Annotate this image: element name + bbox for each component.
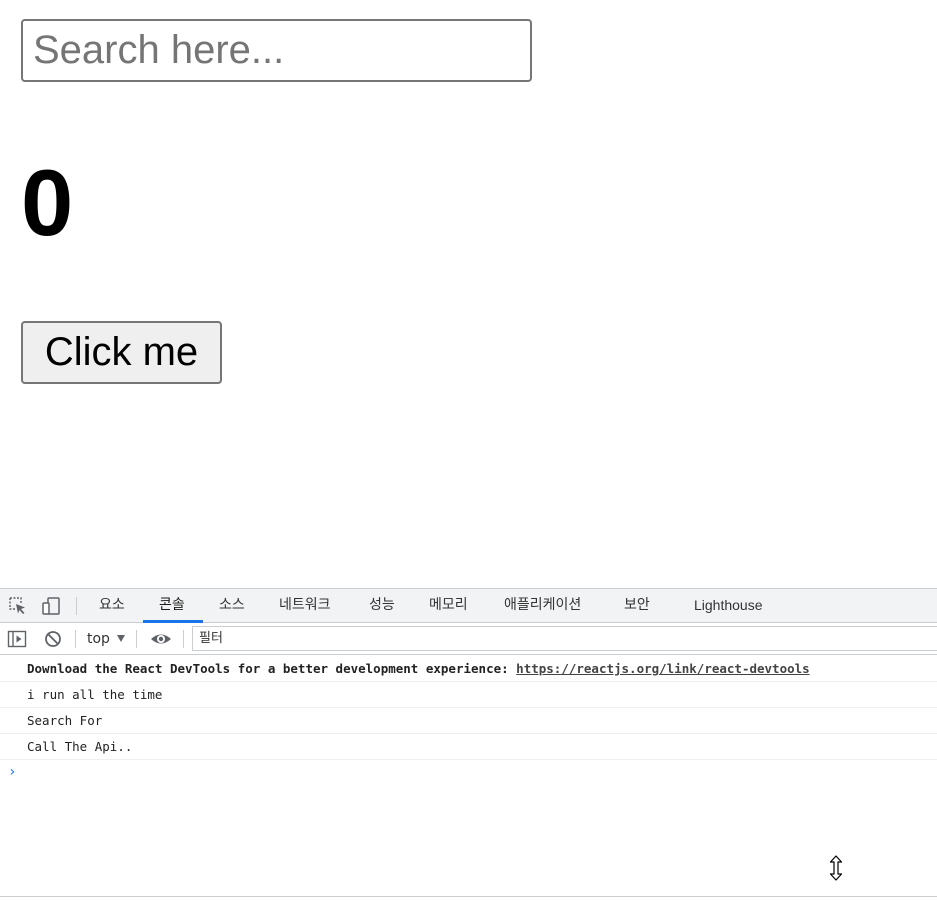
tab-elements[interactable]: 요소	[97, 589, 127, 623]
toolbar-separator	[136, 630, 137, 648]
show-sidebar-icon[interactable]	[7, 629, 27, 649]
resize-cursor-icon	[829, 855, 843, 881]
tab-performance[interactable]: 성능	[367, 589, 397, 623]
bottom-divider	[0, 896, 937, 897]
log-text: Search For	[27, 713, 103, 728]
console-prompt[interactable]: ›	[0, 760, 937, 784]
tab-console[interactable]: 콘솔	[157, 589, 187, 623]
filter-input[interactable]	[192, 626, 937, 651]
tab-security[interactable]: 보안	[622, 589, 652, 623]
log-row: Search For	[0, 708, 937, 734]
context-selector[interactable]: top	[87, 623, 110, 655]
log-row: Download the React DevTools for a better…	[0, 656, 937, 682]
tab-sources[interactable]: 소스	[217, 589, 247, 623]
clear-console-icon[interactable]	[43, 629, 63, 649]
tab-application[interactable]: 애플리케이션	[502, 589, 583, 623]
log-link[interactable]: https://reactjs.org/link/react-devtools	[516, 661, 810, 676]
toolbar-separator	[76, 597, 77, 615]
devtools-tabbar: 요소 콘솔 소스 네트워크 성능 메모리 애플리케이션 보안 Lighthous…	[0, 589, 937, 623]
device-toolbar-icon[interactable]	[41, 596, 61, 616]
click-me-button[interactable]: Click me	[21, 321, 222, 384]
log-row: Call The Api..	[0, 734, 937, 760]
tab-memory[interactable]: 메모리	[427, 589, 470, 623]
console-toolbar: top	[0, 623, 937, 655]
chevron-down-icon[interactable]	[117, 635, 125, 642]
counter-value: 0	[21, 150, 74, 255]
log-text: i run all the time	[27, 687, 163, 702]
log-text: Call The Api..	[27, 739, 133, 754]
live-expression-icon[interactable]	[150, 629, 171, 649]
tab-network[interactable]: 네트워크	[277, 589, 333, 623]
log-row: i run all the time	[0, 682, 937, 708]
prompt-chevron-icon: ›	[8, 764, 17, 780]
toolbar-separator	[75, 630, 76, 648]
inspect-element-icon[interactable]	[8, 596, 28, 616]
devtools-panel: 요소 콘솔 소스 네트워크 성능 메모리 애플리케이션 보안 Lighthous…	[0, 588, 937, 901]
toolbar-separator	[183, 630, 184, 648]
console-output: Download the React DevTools for a better…	[0, 656, 937, 784]
search-input[interactable]	[21, 19, 532, 82]
log-text: Download the React DevTools for a better…	[27, 661, 517, 676]
tab-lighthouse[interactable]: Lighthouse	[692, 589, 765, 623]
